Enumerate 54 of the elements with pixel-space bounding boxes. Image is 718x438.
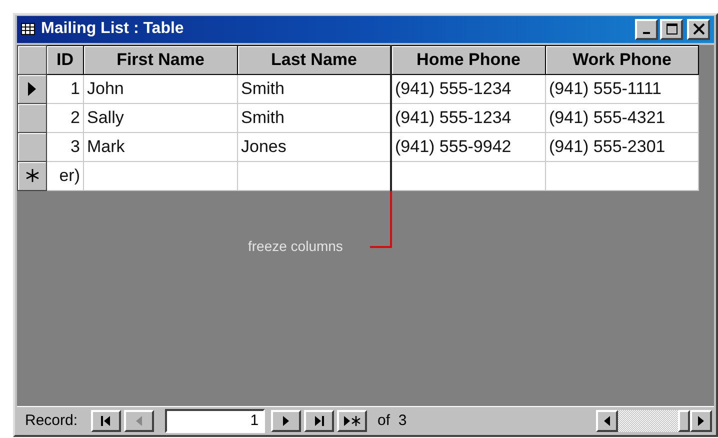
- row-selector[interactable]: [18, 161, 46, 190]
- row-selector[interactable]: [18, 74, 46, 104]
- table-cell: Jones: [238, 132, 391, 162]
- window-title: Mailing List : Table: [41, 20, 184, 38]
- table-cell: Sally: [84, 103, 238, 132]
- row-selector[interactable]: [18, 103, 46, 132]
- table-cell: er): [46, 161, 84, 190]
- table-cell: (941) 555-2301: [546, 132, 698, 162]
- previous-icon: [134, 416, 143, 426]
- new-record-icon: [342, 414, 361, 427]
- next-icon: [282, 416, 290, 426]
- table-cell: Smith: [238, 103, 391, 132]
- table-cell: (941) 555-1111: [546, 74, 698, 104]
- new-record-icon: [26, 169, 38, 182]
- scroll-right-button[interactable]: [690, 410, 712, 432]
- scroll-left-button[interactable]: [596, 410, 618, 432]
- close-icon: [692, 23, 706, 36]
- select-all-cell[interactable]: [18, 45, 46, 74]
- maximize-button[interactable]: [660, 18, 683, 40]
- minimize-button[interactable]: [635, 18, 658, 40]
- table-icon: [21, 23, 35, 36]
- table-cell: Smith: [238, 74, 391, 104]
- right-arrow-icon: [698, 416, 704, 426]
- close-button[interactable]: [687, 18, 710, 40]
- table-cell: 1: [46, 74, 84, 104]
- record-count: of 3: [378, 412, 407, 430]
- last-record-button[interactable]: [304, 410, 334, 432]
- left-arrow-icon: [604, 416, 610, 426]
- maximize-icon: [666, 23, 678, 36]
- record-number-field[interactable]: 1: [164, 408, 265, 433]
- annotation-label: freeze columns: [248, 238, 343, 254]
- table-cell: 2: [46, 103, 84, 132]
- column-header[interactable]: Work Phone: [546, 45, 698, 74]
- column-header[interactable]: Last Name: [238, 45, 391, 74]
- table-cell: (941) 555-1234: [391, 103, 546, 132]
- minimize-icon: [643, 32, 650, 34]
- column-header[interactable]: First Name: [84, 45, 238, 74]
- record-label: Record:: [25, 412, 78, 430]
- table-cell: (941) 555-1234: [391, 74, 546, 104]
- column-header[interactable]: Home Phone: [391, 45, 546, 74]
- table-cell: (941) 555-4321: [546, 103, 698, 132]
- table-cell: Mark: [84, 132, 238, 162]
- horizontal-scrollbar[interactable]: [596, 410, 712, 432]
- new-record-button[interactable]: [336, 410, 367, 432]
- table-cell: John: [84, 74, 238, 104]
- leader-line: [370, 190, 392, 249]
- column-header[interactable]: ID: [46, 45, 84, 74]
- row-selector[interactable]: [18, 132, 46, 162]
- first-icon: [100, 416, 112, 426]
- table-cell: 3: [46, 132, 84, 162]
- table-cell: (941) 555-9942: [391, 132, 546, 162]
- first-record-button[interactable]: [90, 410, 121, 432]
- last-icon: [312, 416, 325, 426]
- next-record-button[interactable]: [270, 410, 301, 432]
